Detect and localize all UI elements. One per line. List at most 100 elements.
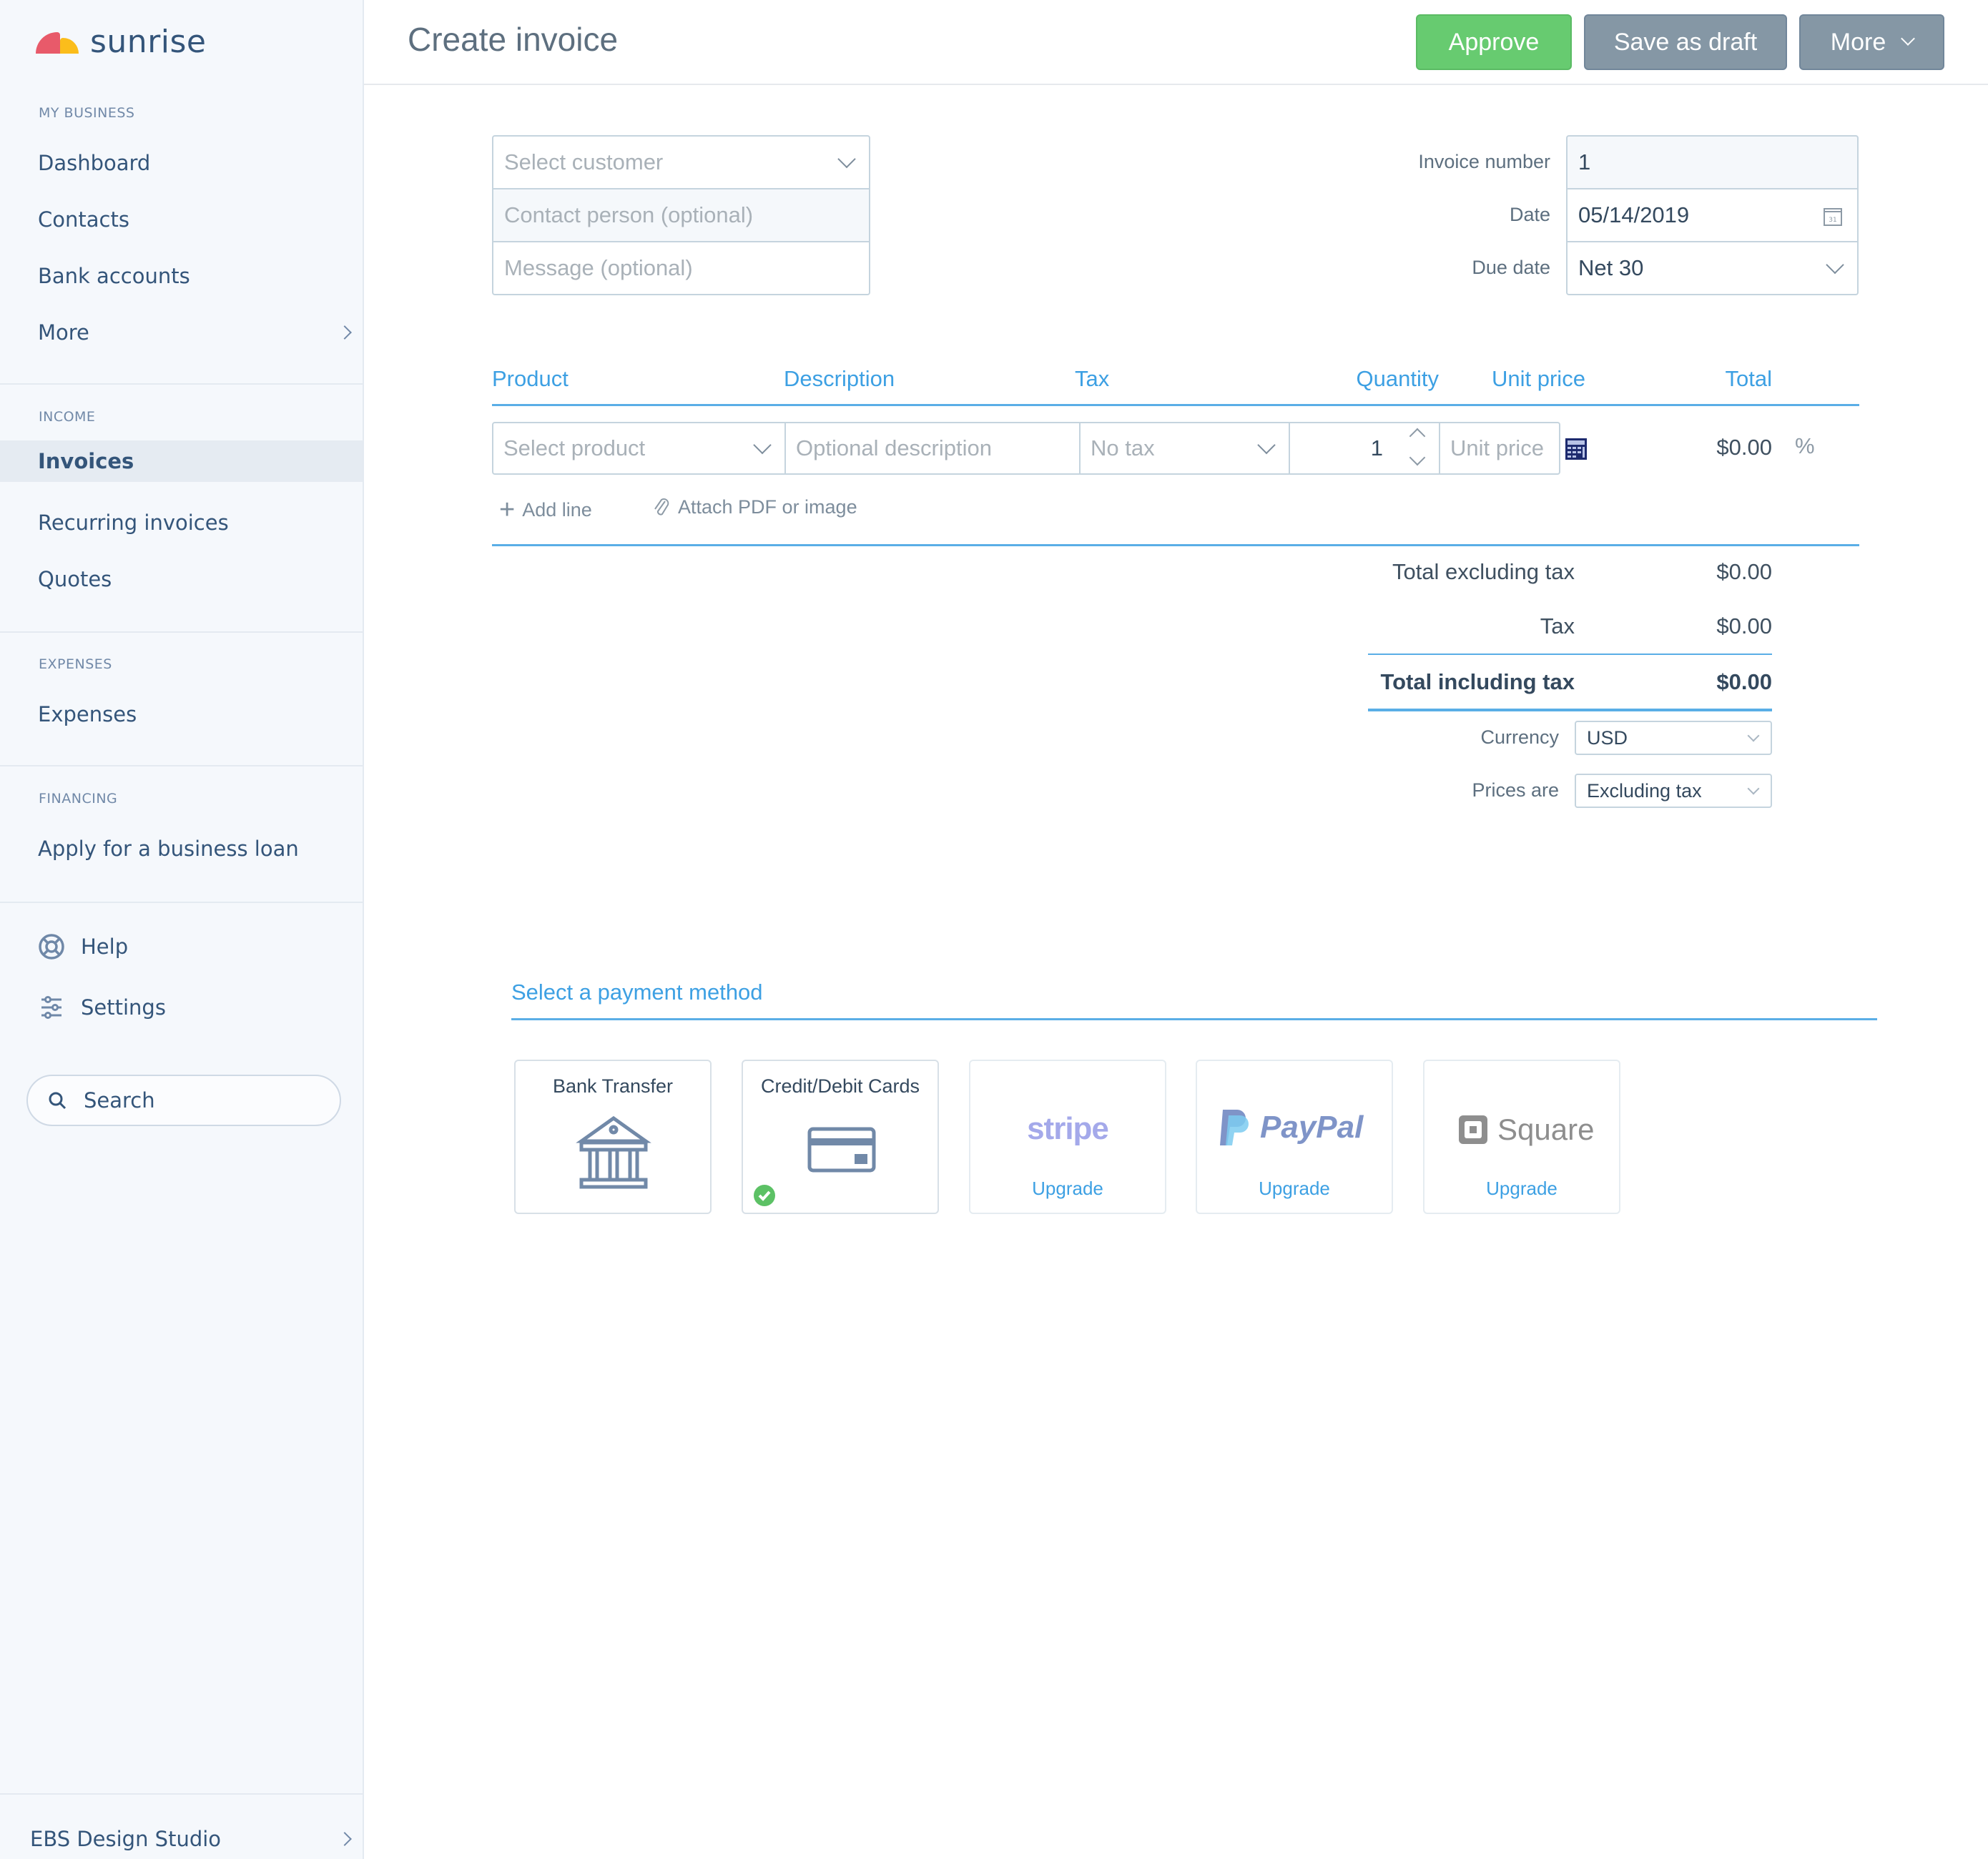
calculator-icon[interactable]: [1565, 438, 1588, 464]
description-input[interactable]: Optional description: [786, 422, 1081, 475]
due-date-select[interactable]: Net 30: [1566, 241, 1859, 295]
tax-select[interactable]: No tax: [1081, 422, 1290, 475]
prices-are-label: Prices are: [1472, 779, 1559, 801]
payment-card-title: Credit/Debit Cards: [760, 1075, 920, 1097]
search-input[interactable]: Search: [26, 1075, 341, 1126]
sidebar-item-help[interactable]: Help: [0, 922, 363, 972]
divider: [0, 902, 363, 903]
add-line-button[interactable]: + Add line: [499, 496, 592, 523]
stripe-logo: stripe: [1027, 1111, 1109, 1146]
decrement-icon[interactable]: [1409, 449, 1426, 466]
total-incl-label: Total including tax: [1380, 669, 1575, 694]
upgrade-link[interactable]: Upgrade: [1197, 1178, 1392, 1200]
due-date-label: Due date: [1472, 257, 1550, 278]
chevron-down-icon: [753, 435, 772, 455]
due-date-value: Net 30: [1578, 255, 1644, 280]
date-input[interactable]: 05/14/2019 31: [1566, 188, 1859, 242]
unit-price-placeholder: Unit price: [1450, 435, 1544, 460]
sidebar-item-contacts[interactable]: Contacts: [0, 194, 363, 245]
save-draft-button[interactable]: Save as draft: [1584, 14, 1787, 70]
prices-are-select[interactable]: Excluding tax: [1575, 774, 1772, 808]
sidebar-item-recurring-invoices[interactable]: Recurring invoices: [0, 498, 363, 548]
date-value: 05/14/2019: [1578, 202, 1690, 227]
total-excl-label: Total excluding tax: [1392, 559, 1575, 584]
payment-card-paypal[interactable]: PayPal Upgrade: [1196, 1060, 1393, 1214]
totals-divider: [1368, 654, 1772, 655]
prices-are-value: Excluding tax: [1587, 779, 1702, 802]
chevron-down-icon: [1257, 435, 1276, 455]
increment-icon[interactable]: [1409, 428, 1426, 445]
sunrise-logo-icon: [36, 29, 80, 54]
plus-icon: +: [499, 495, 516, 525]
page-header: Create invoice Approve Save as draft Mor…: [364, 0, 1988, 85]
paypal-logo: PayPal: [1219, 1108, 1363, 1147]
sidebar-item-expenses[interactable]: Expenses: [0, 689, 363, 739]
sidebar-item-quotes[interactable]: Quotes: [0, 554, 363, 604]
upgrade-link[interactable]: Upgrade: [970, 1178, 1165, 1200]
chevron-right-icon: [338, 325, 352, 340]
tax-value: No tax: [1091, 435, 1155, 460]
divider: [0, 765, 363, 766]
sidebar-item-business-loan[interactable]: Apply for a business loan: [0, 824, 363, 874]
paypal-wordmark: PayPal: [1260, 1110, 1364, 1145]
sidebar-item-settings[interactable]: Settings: [0, 982, 363, 1032]
attach-button[interactable]: Attach PDF or image: [652, 496, 857, 518]
company-name: EBS Design Studio: [30, 1827, 222, 1851]
approve-button[interactable]: Approve: [1416, 14, 1572, 70]
contact-person-input[interactable]: Contact person (optional): [492, 188, 870, 242]
logo[interactable]: sunrise: [36, 23, 207, 60]
credit-card-icon: [807, 1127, 876, 1176]
sidebar-item-label: Invoices: [38, 449, 134, 473]
invoice-number-input[interactable]: 1: [1566, 135, 1859, 189]
calendar-icon[interactable]: 31: [1823, 207, 1843, 232]
sidebar-item-label: Quotes: [38, 567, 112, 591]
chevron-down-icon: [1747, 729, 1760, 742]
quantity-stepper[interactable]: 1: [1290, 422, 1440, 475]
discount-toggle[interactable]: %: [1795, 433, 1815, 459]
bank-icon: [574, 1114, 653, 1196]
payment-method-title: Select a payment method: [511, 980, 763, 1005]
sidebar-item-label: Expenses: [38, 702, 137, 726]
sidebar-item-dashboard[interactable]: Dashboard: [0, 138, 363, 188]
section-label-income: INCOME: [39, 409, 96, 425]
payment-card-title: Bank Transfer: [552, 1075, 674, 1097]
sidebar-item-label: Bank accounts: [38, 264, 190, 288]
sidebar-item-label: Dashboard: [38, 151, 151, 175]
payment-card-bank-transfer[interactable]: Bank Transfer: [514, 1060, 712, 1214]
square-logo: Square: [1457, 1113, 1594, 1147]
chevron-down-icon: [1901, 31, 1916, 46]
more-button[interactable]: More: [1799, 14, 1944, 70]
payment-card-square[interactable]: Square Upgrade: [1423, 1060, 1620, 1214]
currency-select[interactable]: USD: [1575, 721, 1772, 755]
chevron-down-icon: [1826, 255, 1844, 275]
column-header-quantity: Quantity: [1356, 366, 1439, 391]
upgrade-link[interactable]: Upgrade: [1424, 1178, 1619, 1200]
quantity-value: 1: [1370, 435, 1383, 460]
divider: [0, 383, 363, 385]
chevron-right-icon: [338, 1832, 352, 1846]
customer-select[interactable]: Select customer: [492, 135, 870, 189]
sliders-icon: [38, 994, 65, 1021]
message-input[interactable]: Message (optional): [492, 241, 870, 295]
payment-card-stripe[interactable]: stripe Upgrade: [969, 1060, 1166, 1214]
total-excl-value: $0.00: [1716, 559, 1772, 584]
sidebar-item-invoices[interactable]: Invoices: [0, 440, 363, 482]
sidebar-item-label: More: [38, 320, 89, 345]
section-label-financing: FINANCING: [39, 791, 118, 807]
chevron-down-icon: [1747, 782, 1760, 795]
unit-price-input[interactable]: Unit price: [1440, 422, 1560, 475]
sidebar-item-more[interactable]: More: [0, 307, 363, 358]
divider: [0, 631, 363, 633]
sidebar-item-bank-accounts[interactable]: Bank accounts: [0, 251, 363, 301]
sidebar-item-label: Contacts: [38, 207, 129, 232]
payment-divider: [511, 1018, 1877, 1020]
total-incl-value: $0.00: [1716, 669, 1772, 694]
check-circle-icon: [753, 1184, 776, 1210]
company-switcher[interactable]: EBS Design Studio: [0, 1814, 363, 1859]
chevron-down-icon: [837, 149, 856, 169]
divider: [0, 1793, 363, 1795]
sidebar-item-label: Settings: [81, 995, 166, 1020]
payment-card-credit-debit[interactable]: Credit/Debit Cards: [742, 1060, 939, 1214]
square-wordmark: Square: [1497, 1113, 1595, 1146]
product-select[interactable]: Select product: [492, 422, 786, 475]
